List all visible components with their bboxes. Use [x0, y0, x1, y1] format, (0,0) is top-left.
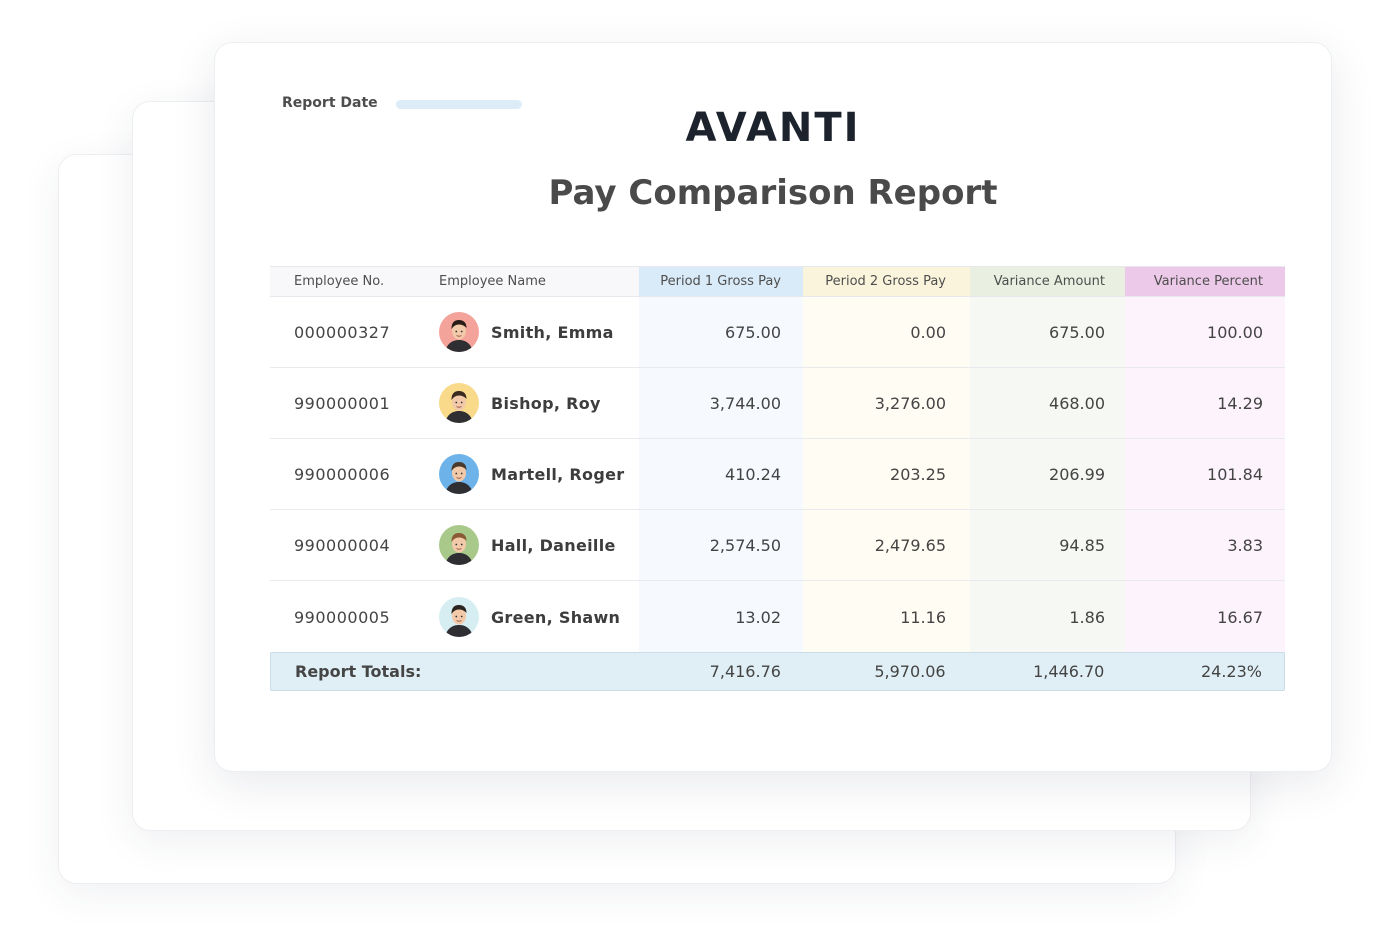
avatar-shawn-icon [439, 597, 479, 637]
variance-amount: 468.00 [970, 368, 1125, 438]
period2-gross-pay: 3,276.00 [803, 368, 970, 438]
column-header-employee-name[interactable]: Employee Name [439, 267, 639, 296]
table-row[interactable]: 000000327 Smith, Emma 675.00 0.00 675.00 100.… [270, 297, 1285, 368]
totals-variance-amount: 1,446.70 [1033, 662, 1105, 681]
period2-gross-pay: 11.16 [803, 581, 970, 653]
employee-name-cell: Hall, Daneille [439, 510, 639, 580]
variance-amount: 206.99 [970, 439, 1125, 509]
column-header-employee-no[interactable]: Employee No. [270, 267, 439, 296]
table-row[interactable]: 990000004 Hall, Daneille 2,574.50 2,479.65 9… [270, 510, 1285, 581]
variance-percent: 16.67 [1125, 581, 1285, 653]
totals-period1: 7,416.76 [709, 662, 781, 681]
column-header-variance-amount[interactable]: Variance Amount [970, 267, 1125, 296]
variance-percent: 101.84 [1125, 439, 1285, 509]
avatar-emma-icon [439, 312, 479, 352]
table-body: 000000327 Smith, Emma 675.00 0.00 675.00 100.… [270, 297, 1285, 653]
column-header-period2[interactable]: Period 2 Gross Pay [803, 267, 970, 296]
avatar-roger-icon [439, 454, 479, 494]
employee-no: 990000006 [294, 464, 391, 484]
period2-gross-pay: 0.00 [803, 297, 970, 367]
totals-variance-percent: 24.23% [1200, 662, 1262, 681]
period1-gross-pay: 3,744.00 [639, 368, 803, 438]
employee-no: 000000327 [294, 322, 391, 342]
employee-no: 990000005 [294, 607, 391, 627]
avatar-roy-icon [439, 383, 479, 423]
employee-name-cell: Smith, Emma [439, 297, 639, 367]
report-totals-row: Report Totals: 7,416.76 5,970.06 1,446.7… [270, 652, 1285, 691]
avatar-daneille-icon [439, 525, 479, 565]
variance-percent: 100.00 [1125, 297, 1285, 367]
employee-name: Martell, Roger [491, 464, 625, 484]
period1-gross-pay: 675.00 [639, 297, 803, 367]
variance-amount: 675.00 [970, 297, 1125, 367]
period1-gross-pay: 410.24 [639, 439, 803, 509]
column-header-variance-percent[interactable]: Variance Percent [1125, 267, 1285, 296]
variance-percent: 3.83 [1125, 510, 1285, 580]
employee-name: Smith, Emma [491, 322, 614, 342]
totals-period2: 5,970.06 [874, 662, 946, 681]
variance-amount: 1.86 [970, 581, 1125, 653]
column-header-period1[interactable]: Period 1 Gross Pay [639, 267, 803, 296]
period1-gross-pay: 2,574.50 [639, 510, 803, 580]
brand-logo-text: AVANTI [685, 105, 861, 151]
pay-comparison-table: Employee No. Employee Name Period 1 Gros… [270, 266, 1285, 653]
page-title: Pay Comparison Report [548, 173, 998, 213]
table-row[interactable]: 990000001 Bishop, Roy 3,744.00 3,276.00 468.… [270, 368, 1285, 439]
period2-gross-pay: 2,479.65 [803, 510, 970, 580]
table-header: Employee No. Employee Name Period 1 Gros… [270, 266, 1285, 297]
report-sheet: Report Date AVANTI Pay Comparison Report… [214, 42, 1332, 772]
variance-percent: 14.29 [1125, 368, 1285, 438]
table-row[interactable]: 990000005 Green, Shawn 13.02 11.16 1.86 16.67 [270, 581, 1285, 653]
employee-name-cell: Martell, Roger [439, 439, 639, 509]
brand-logo: AVANTI [215, 105, 1331, 151]
employee-name: Bishop, Roy [491, 393, 601, 413]
period2-gross-pay: 203.25 [803, 439, 970, 509]
variance-amount: 94.85 [970, 510, 1125, 580]
employee-no: 990000001 [294, 393, 391, 413]
employee-name: Hall, Daneille [491, 535, 616, 555]
employee-name-cell: Green, Shawn [439, 581, 639, 653]
period1-gross-pay: 13.02 [639, 581, 803, 653]
employee-no: 990000004 [294, 535, 391, 555]
totals-label: Report Totals: [295, 662, 422, 681]
employee-name: Green, Shawn [491, 607, 621, 627]
employee-name-cell: Bishop, Roy [439, 368, 639, 438]
table-row[interactable]: 990000006 Martell, Roger 410.24 203.25 206.9… [270, 439, 1285, 510]
